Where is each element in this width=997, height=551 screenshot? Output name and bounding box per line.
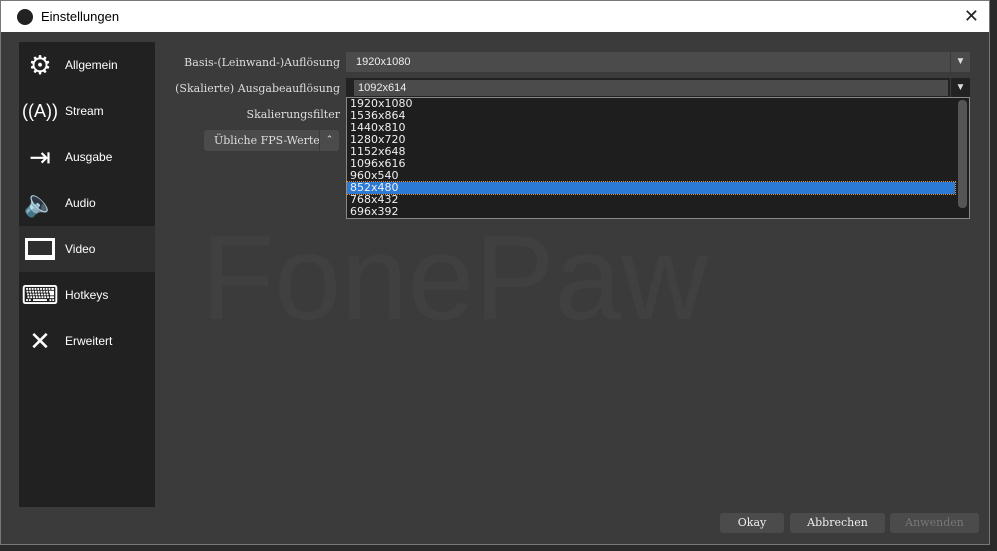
output-resolution-input[interactable]: 1092x614 xyxy=(354,80,948,96)
cancel-button[interactable]: Abbrechen xyxy=(790,513,885,533)
fps-type-value: Übliche FPS-Werte xyxy=(214,134,320,147)
base-resolution-select[interactable]: 1920x1080 ▼ xyxy=(346,52,970,72)
sidebar-item-label: Stream xyxy=(65,104,104,118)
okay-button[interactable]: Okay xyxy=(720,513,784,533)
scaling-filter-label: Skalierungsfilter xyxy=(246,108,340,121)
output-icon: ⇥ xyxy=(29,141,51,172)
sidebar-item-audio[interactable]: 🔈 Audio xyxy=(19,180,155,226)
chevron-down-icon: ▼ xyxy=(950,52,970,72)
sidebar-item-label: Allgemein xyxy=(65,58,118,72)
antenna-icon: ((A)) xyxy=(22,100,58,121)
base-resolution-value: 1920x1080 xyxy=(356,56,411,68)
dropdown-option[interactable]: 696x392 xyxy=(347,206,955,218)
chevron-down-icon: ▼ xyxy=(950,78,970,98)
speaker-icon: 🔈 xyxy=(23,187,57,218)
window-title: Einstellungen xyxy=(41,9,120,24)
monitor-icon xyxy=(23,234,57,264)
obs-logo-icon xyxy=(17,8,33,25)
sidebar-item-label: Ausgabe xyxy=(65,150,113,164)
settings-window: Einstellungen ✕ ⚙ Allgemein ((A)) Stream ⇥… xyxy=(0,0,990,545)
dropdown-option[interactable]: 1152x648 xyxy=(347,146,955,158)
sidebar-item-ausgabe[interactable]: ⇥ Ausgabe xyxy=(19,134,155,180)
apply-button[interactable]: Anwenden xyxy=(890,513,979,533)
output-resolution-label: (Skalierte) Ausgabeauflösung xyxy=(175,82,340,95)
sidebar-item-label: Audio xyxy=(65,196,96,210)
dropdown-option[interactable]: 1440x810 xyxy=(347,122,955,134)
sidebar-item-video[interactable]: Video xyxy=(19,226,155,272)
title-bar: Einstellungen ✕ xyxy=(1,1,989,32)
fps-type-select[interactable]: Übliche FPS-Werte ⌃ xyxy=(204,130,339,151)
dropdown-option[interactable]: 1096x616 xyxy=(347,158,955,170)
sidebar-item-stream[interactable]: ((A)) Stream xyxy=(19,88,155,134)
sidebar: ⚙ Allgemein ((A)) Stream ⇥ Ausgabe 🔈 Audio V… xyxy=(19,42,155,507)
dropdown-option[interactable]: 1920x1080 xyxy=(347,98,955,110)
watermark: FonePaw xyxy=(201,211,708,345)
gear-icon: ⚙ xyxy=(28,49,52,80)
dropdown-option[interactable]: 1536x864 xyxy=(347,110,955,122)
dropdown-option[interactable]: 1280x720 xyxy=(347,134,955,146)
sidebar-item-label: Video xyxy=(65,242,96,256)
output-resolution-combobox[interactable]: 1092x614 ▼ xyxy=(346,78,970,98)
sidebar-item-label: Hotkeys xyxy=(65,288,109,302)
sidebar-item-hotkeys[interactable]: ⌨ Hotkeys xyxy=(19,272,155,318)
dropdown-option[interactable]: 852x480 xyxy=(346,181,956,195)
dropdown-scrollbar[interactable] xyxy=(958,100,967,208)
base-resolution-label: Basis-(Leinwand-)Auflösung xyxy=(184,56,340,69)
keyboard-icon: ⌨ xyxy=(21,279,59,310)
sidebar-item-allgemein[interactable]: ⚙ Allgemein xyxy=(19,42,155,88)
dropdown-option[interactable]: 768x432 xyxy=(347,194,955,206)
sidebar-item-erweitert[interactable]: ✕ Erweitert xyxy=(19,318,155,364)
spinner-arrows-icon: ⌃ xyxy=(319,130,339,151)
sidebar-item-label: Erweitert xyxy=(65,334,113,348)
dropdown-option[interactable]: 960x540 xyxy=(347,170,955,182)
close-icon[interactable]: ✕ xyxy=(964,6,979,27)
resolution-dropdown-list[interactable]: 1920x1080 1536x864 1440x810 1280x720 1152x64… xyxy=(346,97,970,219)
tools-icon: ✕ xyxy=(29,325,51,356)
